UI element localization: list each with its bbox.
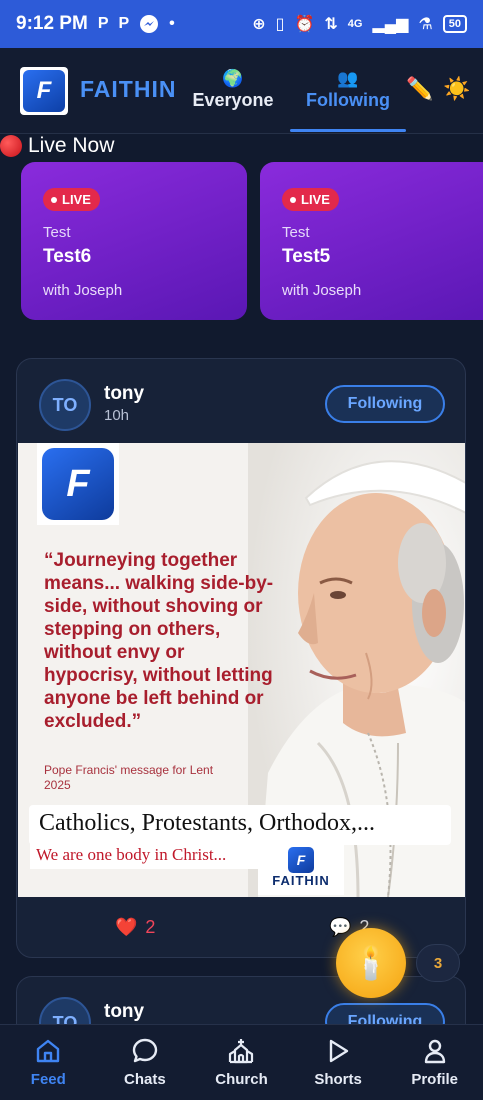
play-icon <box>329 1039 349 1063</box>
person-icon <box>424 1039 445 1064</box>
globe-icon: 🌍 <box>222 69 244 88</box>
alarm-icon: ⏰ <box>294 16 315 33</box>
nav-church[interactable]: Church <box>193 1025 290 1100</box>
live-badge-label: LIVE <box>301 192 330 207</box>
post-time: 10h <box>104 407 130 424</box>
post-author[interactable]: tony <box>104 383 144 405</box>
image-sub-caption: We are one body in Christ... <box>30 843 260 869</box>
network-label: 4G <box>347 18 363 30</box>
tab-label: Everyone <box>192 90 274 110</box>
flask-icon: ⚗ <box>418 16 433 33</box>
dot-icon: • <box>169 15 175 32</box>
tab-following[interactable]: 👥 Following <box>290 68 406 134</box>
following-button[interactable]: Following <box>325 385 445 423</box>
live-title: Test5 <box>282 246 331 267</box>
signal-icon: ▂▄▆ <box>372 16 409 33</box>
sun-icon[interactable]: ☀️ <box>443 76 470 102</box>
live-category: Test <box>43 224 71 241</box>
avatar[interactable]: TO <box>39 379 91 431</box>
live-host: with Joseph <box>282 282 362 299</box>
live-category: Test <box>282 224 310 241</box>
nav-label: Profile <box>411 1071 459 1088</box>
faithin-logo-icon: F <box>42 448 114 520</box>
heart-icon: ❤️ <box>115 917 138 937</box>
watermark-logo: F FAITHIN <box>258 843 344 895</box>
live-card[interactable]: LIVE Test Test5 with Joseph <box>260 162 483 320</box>
red-circle-icon <box>0 135 22 157</box>
live-now-label: Live Now <box>28 134 115 157</box>
pencil-icon[interactable]: ✏️ <box>406 76 433 102</box>
post-author[interactable]: tony <box>104 1001 144 1023</box>
image-logo: F <box>37 443 119 525</box>
live-now-heading: Live Now <box>0 134 114 158</box>
live-host: with Joseph <box>43 282 123 299</box>
live-card[interactable]: LIVE Test Test6 with Joseph <box>21 162 247 320</box>
post-image[interactable]: F “Journeying together means... walking … <box>18 443 465 897</box>
post-card: TO tony 10h Following F “Journeying toge… <box>16 358 466 958</box>
p-app-icon: P <box>118 15 130 32</box>
live-dot-icon <box>51 196 57 203</box>
nav-label: Church <box>215 1071 268 1088</box>
live-title: Test6 <box>43 246 92 267</box>
faithin-logo-icon: F <box>23 70 65 112</box>
nav-shorts[interactable]: Shorts <box>290 1025 387 1100</box>
live-badge: LIVE <box>43 188 100 211</box>
nav-chats[interactable]: Chats <box>97 1025 194 1100</box>
image-quote-source: Pope Francis' message for Lent 2025 <box>44 763 214 792</box>
tab-everyone[interactable]: 🌍 Everyone <box>180 68 286 134</box>
faithin-logo-icon: F <box>288 847 314 873</box>
image-caption: Catholics, Protestants, Orthodox,... <box>29 805 451 845</box>
people-icon: 👥 <box>337 69 359 88</box>
status-bar: 9:12 PM P P • ⊕ ▯ ⏰ ⇅ 4G ▂▄▆ ⚗ 50 <box>0 0 483 48</box>
status-right: ⊕ ▯ ⏰ ⇅ 4G ▂▄▆ ⚗ 50 <box>252 14 467 34</box>
p-app-icon: P <box>97 15 109 32</box>
like-count: 2 <box>145 917 156 937</box>
home-icon <box>37 1039 60 1063</box>
nav-label: Shorts <box>314 1071 362 1088</box>
chat-bubble-icon <box>132 1038 158 1063</box>
battery-indicator: 50 <box>442 15 467 33</box>
status-time: 9:12 PM <box>16 13 88 34</box>
live-badge: LIVE <box>282 188 339 211</box>
app-logo[interactable]: F <box>20 67 68 115</box>
nav-feed[interactable]: Feed <box>0 1025 97 1100</box>
tab-label: Following <box>306 90 390 110</box>
nav-label: Chats <box>124 1071 166 1088</box>
image-quote: “Journeying together means... walking si… <box>44 550 274 732</box>
church-icon <box>229 1039 254 1064</box>
status-left: 9:12 PM P P • <box>16 13 175 35</box>
live-badge-label: LIVE <box>62 192 91 207</box>
candle-count[interactable]: 3 <box>416 944 460 982</box>
brand-name: FAITHIN <box>80 76 177 102</box>
candle-icon: 🕯️ <box>351 945 391 981</box>
add-circle-icon: ⊕ <box>252 16 266 33</box>
watermark-text: FAITHIN <box>272 873 330 888</box>
candle-button[interactable]: 🕯️ <box>336 928 406 998</box>
live-dot-icon <box>290 196 296 203</box>
like-button[interactable]: ❤️ 2 <box>115 917 155 938</box>
nav-label: Feed <box>30 1071 66 1088</box>
messenger-icon <box>139 14 159 34</box>
vibrate-icon: ▯ <box>275 16 285 33</box>
data-arrows-icon: ⇅ <box>324 16 338 33</box>
bottom-nav: Feed Chats Church Shorts Profile <box>0 1024 483 1100</box>
nav-profile[interactable]: Profile <box>386 1025 483 1100</box>
